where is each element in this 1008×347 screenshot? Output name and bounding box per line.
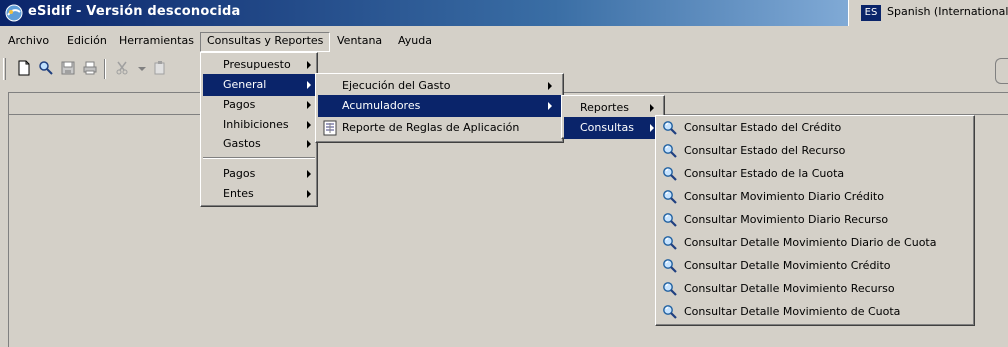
cut-icon[interactable] [114, 60, 130, 76]
magnifier-query-icon [663, 305, 677, 319]
submenu-arrow-icon [650, 104, 654, 112]
magnifier-query-icon [663, 259, 677, 273]
consultas-y-reportes-menu: Presupuesto General Pagos Inhibiciones G… [200, 52, 318, 207]
menu-bar: Archivo Edición Herramientas Consultas y… [0, 30, 1008, 52]
submenu-arrow-icon [307, 61, 311, 69]
menu-item-consultar-mov-diario-recurso[interactable]: Consultar Movimiento Diario Recurso [658, 209, 972, 231]
magnifier-query-icon [663, 236, 677, 250]
menu-item-pagos[interactable]: Pagos [203, 94, 315, 116]
window-title: eSidif - Versión desconocida [28, 4, 241, 19]
report-document-icon [323, 120, 337, 136]
menu-item-pagos-2[interactable]: Pagos [203, 163, 315, 185]
menu-item-ejecucion-del-gasto[interactable]: Ejecución del Gasto [318, 75, 561, 97]
magnifier-query-icon [663, 213, 677, 227]
menu-consultas-y-reportes[interactable]: Consultas y Reportes [200, 32, 331, 52]
magnifier-query-icon [663, 121, 677, 135]
menu-item-entes[interactable]: Entes [203, 183, 315, 205]
paste-icon[interactable] [152, 60, 168, 76]
toolbar-right-edge [995, 58, 1008, 84]
submenu-arrow-icon [307, 101, 311, 109]
menu-ayuda[interactable]: Ayuda [392, 32, 438, 52]
acumuladores-submenu: Reportes Consultas [561, 95, 665, 139]
submenu-arrow-icon [307, 140, 311, 148]
menu-item-consultar-detalle-mov-diario-cuota[interactable]: Consultar Detalle Movimiento Diario de C… [658, 232, 972, 254]
menu-item-consultar-estado-cuota[interactable]: Consultar Estado de la Cuota [658, 163, 972, 185]
menu-separator [203, 157, 315, 159]
menu-item-gastos[interactable]: Gastos [203, 133, 315, 155]
menu-edicion[interactable]: Edición [61, 32, 113, 52]
dropdown-arrow-icon[interactable] [134, 60, 150, 76]
menu-item-general[interactable]: General [203, 74, 315, 96]
submenu-arrow-icon [548, 82, 552, 90]
magnifier-query-icon [663, 190, 677, 204]
toolbar-grip[interactable] [3, 58, 6, 80]
submenu-arrow-icon [650, 124, 654, 132]
consultas-submenu: Consultar Estado del Crédito Consultar E… [655, 115, 975, 326]
new-document-icon[interactable] [16, 60, 32, 76]
menu-herramientas[interactable]: Herramientas [113, 32, 200, 52]
menu-item-acumuladores[interactable]: Acumuladores [318, 95, 561, 117]
toolbar-separator [104, 59, 106, 79]
submenu-arrow-icon [307, 170, 311, 178]
menu-item-consultar-estado-recurso[interactable]: Consultar Estado del Recurso [658, 140, 972, 162]
submenu-arrow-icon [307, 121, 311, 129]
menu-archivo[interactable]: Archivo [2, 32, 55, 52]
general-submenu: Ejecución del Gasto Acumuladores Reporte… [315, 73, 564, 143]
submenu-arrow-icon [307, 81, 311, 89]
print-icon[interactable] [82, 60, 98, 76]
search-icon[interactable] [38, 60, 54, 76]
magnifier-query-icon [663, 282, 677, 296]
menu-item-presupuesto[interactable]: Presupuesto [203, 54, 315, 76]
language-name: Spanish (International Sort) [887, 5, 1008, 18]
language-code: ES [861, 5, 881, 21]
menu-item-consultar-mov-diario-credito[interactable]: Consultar Movimiento Diario Crédito [658, 186, 972, 208]
esidif-app-icon [5, 4, 23, 22]
menu-item-consultar-detalle-mov-cuota[interactable]: Consultar Detalle Movimiento de Cuota [658, 301, 972, 323]
menu-item-consultar-detalle-mov-credito[interactable]: Consultar Detalle Movimiento Crédito [658, 255, 972, 277]
magnifier-query-icon [663, 167, 677, 181]
menu-ventana[interactable]: Ventana [331, 32, 388, 52]
submenu-arrow-icon [307, 190, 311, 198]
language-indicator[interactable]: ES Spanish (International Sort) [848, 0, 1008, 26]
menu-item-consultas[interactable]: Consultas [564, 117, 662, 139]
submenu-arrow-icon [548, 102, 552, 110]
menu-item-reportes[interactable]: Reportes [564, 97, 662, 119]
menu-item-consultar-detalle-mov-recurso[interactable]: Consultar Detalle Movimiento Recurso [658, 278, 972, 300]
magnifier-query-icon [663, 144, 677, 158]
menu-item-consultar-estado-credito[interactable]: Consultar Estado del Crédito [658, 117, 972, 139]
menu-item-reporte-de-reglas[interactable]: Reporte de Reglas de Aplicación [318, 117, 561, 139]
save-icon[interactable] [60, 60, 76, 76]
